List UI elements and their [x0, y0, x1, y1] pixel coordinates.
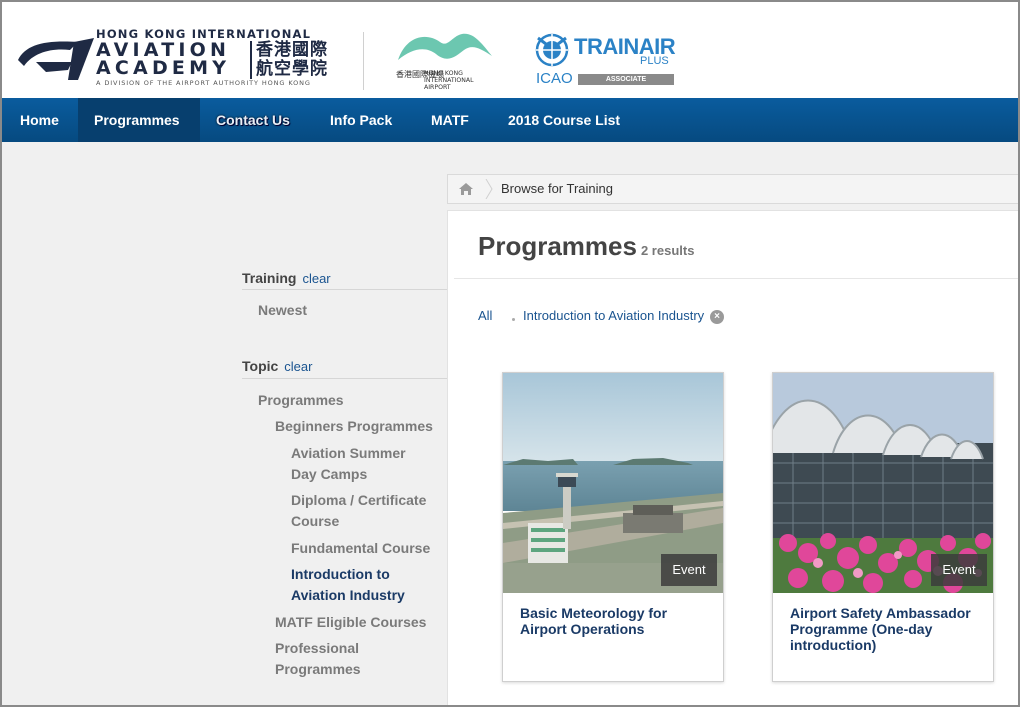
breadcrumb-current: Browse for Training: [501, 181, 613, 196]
facet-newest[interactable]: Newest: [258, 300, 307, 321]
airport-chinese: 香港國際機場: [396, 70, 444, 79]
facet-aviation-summer-day-camps[interactable]: Aviation Summer Day Camps: [291, 443, 431, 485]
active-filter-label[interactable]: Introduction to Aviation Industry: [523, 308, 704, 323]
site-header: HONG KONG INTERNATIONAL AVIATION ACADEMY…: [2, 2, 1018, 98]
event-badge: Event: [931, 554, 987, 586]
main-nav: Home Programmes Contact Us Info Pack MAT…: [2, 98, 1018, 142]
facet-professional-programmes[interactable]: Professional Programmes: [275, 638, 385, 680]
topic-divider: [242, 378, 447, 379]
nav-course-list[interactable]: 2018 Course List: [492, 98, 636, 142]
facet-matf-eligible-courses[interactable]: MATF Eligible Courses: [275, 612, 445, 633]
card-title[interactable]: Basic Meteorology for Airport Operations: [520, 605, 710, 637]
result-count: 2 results: [640, 243, 695, 258]
hkia-wordmark: 香港國際機場 HONG KONG INTERNATIONAL AIRPORT: [396, 70, 474, 91]
hkiaa-wing-icon: [18, 38, 94, 80]
facet-beginners-programmes[interactable]: Beginners Programmes: [275, 416, 445, 437]
page-title: Programmes 2 results: [478, 231, 694, 262]
facet-fundamental-course[interactable]: Fundamental Course: [291, 538, 446, 559]
icao-wordmark: ICAO: [536, 70, 573, 87]
facet-introduction-to-aviation-industry[interactable]: Introduction to Aviation Industry: [291, 564, 421, 606]
icao-emblem-icon: [535, 33, 569, 67]
facet-programmes[interactable]: Programmes: [258, 390, 443, 411]
nav-info-pack[interactable]: Info Pack: [314, 98, 408, 142]
home-icon: [459, 183, 473, 195]
nav-matf[interactable]: MATF: [415, 98, 485, 142]
training-facet-heading: Training clear: [242, 270, 331, 286]
breadcrumb-home[interactable]: [448, 175, 484, 203]
academy-tagline: A DIVISION OF THE AIRPORT AUTHORITY HONG…: [96, 79, 311, 87]
topic-facet-heading: Topic clear: [242, 358, 312, 374]
nav-home[interactable]: Home: [4, 98, 75, 142]
breadcrumb-separator-icon: [485, 179, 493, 199]
hkia-wave-icon: [398, 33, 492, 60]
title-divider: [454, 278, 1018, 279]
facet-diploma-certificate-course[interactable]: Diploma / Certificate Course: [291, 490, 441, 532]
browser-viewport: HONG KONG INTERNATIONAL AVIATION ACADEMY…: [0, 0, 1020, 707]
topic-clear-link[interactable]: clear: [284, 359, 312, 374]
nav-contact-us[interactable]: Contact Us: [200, 98, 306, 142]
header-divider: [363, 32, 364, 90]
topic-heading-label: Topic: [242, 358, 279, 374]
nav-programmes[interactable]: Programmes: [78, 98, 200, 142]
event-badge: Event: [661, 554, 717, 586]
training-clear-link[interactable]: clear: [302, 271, 330, 286]
icao-trainair-logo: TRAINAIR PLUS ICAO ASSOCIATE: [532, 30, 682, 92]
airport-line3: AIRPORT: [424, 84, 451, 91]
page-title-text: Programmes: [478, 231, 637, 261]
hkia-logo: 香港國際機場 HONG KONG INTERNATIONAL AIRPORT: [392, 30, 512, 92]
training-heading-label: Training: [242, 270, 297, 286]
breadcrumb: Browse for Training: [447, 174, 1018, 204]
filter-all-link[interactable]: All: [478, 308, 492, 323]
result-card[interactable]: Event Airport Safety Ambassador Programm…: [772, 372, 994, 682]
academy-chinese-name: 香港國際航空學院: [250, 41, 342, 79]
plus-wordmark: PLUS: [640, 55, 669, 67]
filter-separator: [512, 318, 515, 321]
results-panel: Programmes 2 results All Introduction to …: [447, 210, 1018, 705]
card-title[interactable]: Airport Safety Ambassador Programme (One…: [790, 605, 980, 653]
result-card[interactable]: Event Basic Meteorology for Airport Oper…: [502, 372, 724, 682]
hkiaa-logo[interactable]: HONG KONG INTERNATIONAL AVIATION ACADEMY…: [16, 28, 336, 92]
associate-bar: ASSOCIATE: [578, 74, 674, 85]
remove-filter-icon[interactable]: ×: [710, 310, 724, 324]
training-divider: [242, 289, 447, 290]
